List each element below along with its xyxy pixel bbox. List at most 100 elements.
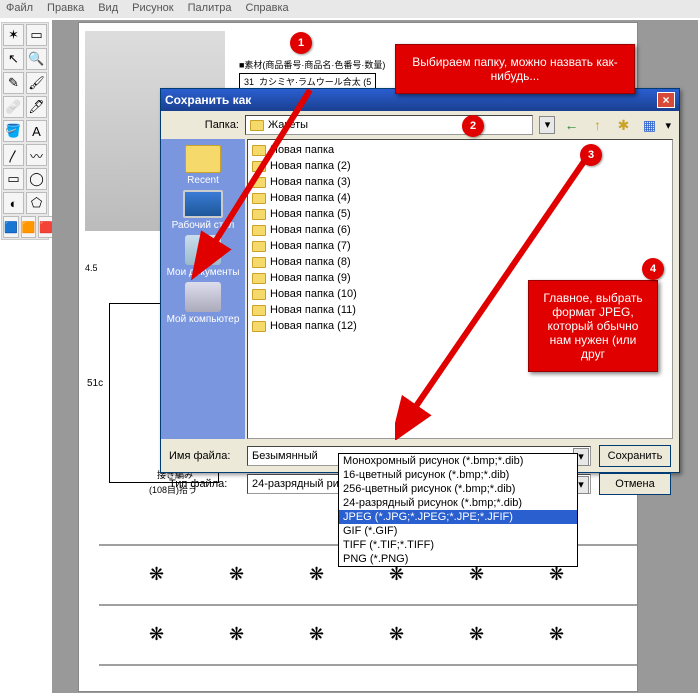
tool-button[interactable]: ✶	[3, 24, 24, 46]
tool-button[interactable]: 🖌	[26, 72, 47, 94]
up-one-level-icon[interactable]: ↑	[587, 115, 607, 135]
tool-button[interactable]: 🖊	[26, 96, 47, 118]
menubar: Файл Правка Вид Рисунок Палитра Справка	[0, 0, 700, 18]
list-item[interactable]: Новая папка (6)	[250, 222, 670, 238]
filetype-dropdown-list[interactable]: Монохромный рисунок (*.bmp;*.dib)16-цвет…	[338, 453, 578, 567]
list-item[interactable]: Новая папка (3)	[250, 174, 670, 190]
tool-button[interactable]: ▭	[3, 168, 24, 190]
filetype-option[interactable]: GIF (*.GIF)	[339, 524, 577, 538]
tool-button[interactable]: ◐	[3, 192, 24, 214]
tool-button[interactable]: 🩹	[3, 96, 24, 118]
menu-image[interactable]: Рисунок	[132, 2, 174, 16]
folder-dropdown-button[interactable]: ▾	[539, 116, 555, 134]
list-item[interactable]: Новая папка (4)	[250, 190, 670, 206]
tool-button[interactable]: ✎	[3, 72, 24, 94]
material-label: ■素材(商品番号·商品名·色番号·数量)	[239, 58, 385, 71]
folder-name: Новая папка (11)	[270, 304, 356, 316]
list-item[interactable]: Новая папка (8)	[250, 254, 670, 270]
close-icon[interactable]: ×	[657, 92, 675, 108]
folder-name: Новая папка (8)	[270, 256, 351, 268]
svg-text:❋: ❋	[549, 564, 564, 584]
dialog-title: Сохранить как	[165, 93, 251, 107]
filetype-option[interactable]: 256-цветный рисунок (*.bmp;*.dib)	[339, 482, 577, 496]
folder-name: Новая папка (2)	[270, 160, 351, 172]
folder-name: Новая папка (6)	[270, 224, 351, 236]
save-button[interactable]: Сохранить	[599, 445, 671, 467]
folder-name: Новая папка (10)	[270, 288, 357, 300]
folder-value: Жакеты	[268, 119, 308, 131]
callout-folder: Выбираем папку, можно назвать как-нибудь…	[395, 44, 635, 94]
callout-jpeg: Главное, выбрать формат JPEG, который об…	[528, 280, 658, 372]
folder-icon	[250, 120, 264, 131]
folder-icon	[252, 177, 266, 188]
tool-button[interactable]: 〰	[26, 144, 47, 166]
badge-1: 1	[290, 32, 312, 54]
list-item[interactable]: Новая папка (2)	[250, 158, 670, 174]
back-icon[interactable]: ←	[561, 115, 581, 135]
menu-edit[interactable]: Правка	[47, 2, 84, 16]
tool-button[interactable]: 〳	[3, 144, 24, 166]
dialog-toolbar: Папка: Жакеты ▾ ← ↑ ✱ ▦ ▾	[161, 111, 679, 139]
new-folder-icon[interactable]: ✱	[613, 115, 633, 135]
tool-button[interactable]: A	[26, 120, 47, 142]
color-swatch[interactable]: 🟦	[3, 216, 19, 238]
menu-file[interactable]: Файл	[6, 2, 33, 16]
tool-button[interactable]: 🔍	[26, 48, 47, 70]
places-computer[interactable]: Мой компьютер	[167, 282, 240, 325]
tool-button[interactable]: ⬠	[26, 192, 47, 214]
filetype-option[interactable]: Монохромный рисунок (*.bmp;*.dib)	[339, 454, 577, 468]
folder-name: Новая папка (9)	[270, 272, 351, 284]
places-desktop[interactable]: Рабочий стол	[172, 190, 235, 231]
badge-3: 3	[580, 144, 602, 166]
folder-icon	[252, 193, 266, 204]
tool-button[interactable]: 🪣	[3, 120, 24, 142]
filetype-option[interactable]: TIFF (*.TIF;*.TIFF)	[339, 538, 577, 552]
folder-icon	[252, 305, 266, 316]
color-swatch[interactable]: 🟧	[21, 216, 37, 238]
list-item[interactable]: Новая папка (5)	[250, 206, 670, 222]
badge-4: 4	[642, 258, 664, 280]
tool-button[interactable]: ▭	[26, 24, 47, 46]
svg-text:❋: ❋	[469, 564, 484, 584]
svg-text:❋: ❋	[149, 624, 164, 644]
menu-help[interactable]: Справка	[246, 2, 289, 16]
svg-text:❋: ❋	[469, 624, 484, 644]
folder-icon	[252, 209, 266, 220]
svg-text:❋: ❋	[549, 624, 564, 644]
places-documents[interactable]: Мои документы	[167, 235, 240, 278]
folder-icon	[252, 241, 266, 252]
folder-name: Новая папка (4)	[270, 192, 351, 204]
measure-side: 51c	[87, 378, 103, 389]
tool-button[interactable]: ↖	[3, 48, 24, 70]
folder-name: Новая папка (3)	[270, 176, 351, 188]
filename-label: Имя файла:	[169, 450, 239, 462]
folder-name: Новая папка (12)	[270, 320, 357, 332]
folder-icon	[252, 257, 266, 268]
folder-name: Новая папка (5)	[270, 208, 351, 220]
filetype-label: Тип файла:	[169, 478, 239, 490]
svg-text:❋: ❋	[309, 624, 324, 644]
folder-icon	[252, 225, 266, 236]
menu-palette[interactable]: Палитра	[188, 2, 232, 16]
filetype-option[interactable]: JPEG (*.JPG;*.JPEG;*.JPE;*.JFIF)	[339, 510, 577, 524]
badge-2: 2	[462, 115, 484, 137]
toolbox: ✶▭↖🔍✎🖌🩹🖊🪣A〳〰▭◯◐⬠ 🟦🟧🟥🟩	[1, 22, 49, 240]
places-bar: Recent Рабочий стол Мои документы Мой ко…	[161, 139, 245, 439]
list-item[interactable]: Новая папка	[250, 142, 670, 158]
filetype-option[interactable]: 16-цветный рисунок (*.bmp;*.dib)	[339, 468, 577, 482]
menu-view[interactable]: Вид	[98, 2, 118, 16]
tool-button[interactable]: ◯	[26, 168, 47, 190]
svg-text:❋: ❋	[229, 564, 244, 584]
list-item[interactable]: Новая папка (7)	[250, 238, 670, 254]
measure-45: 4.5	[85, 263, 98, 273]
filetype-option[interactable]: PNG (*.PNG)	[339, 552, 577, 566]
filetype-option[interactable]: 24-разрядный рисунок (*.bmp;*.dib)	[339, 496, 577, 510]
folder-icon	[252, 289, 266, 300]
cancel-button[interactable]: Отмена	[599, 473, 671, 495]
places-recent[interactable]: Recent	[185, 145, 221, 186]
svg-text:❋: ❋	[309, 564, 324, 584]
chevron-down-icon[interactable]: ▾	[665, 119, 671, 132]
views-icon[interactable]: ▦	[639, 115, 659, 135]
svg-text:❋: ❋	[149, 564, 164, 584]
folder-combo[interactable]: Жакеты	[245, 115, 533, 135]
